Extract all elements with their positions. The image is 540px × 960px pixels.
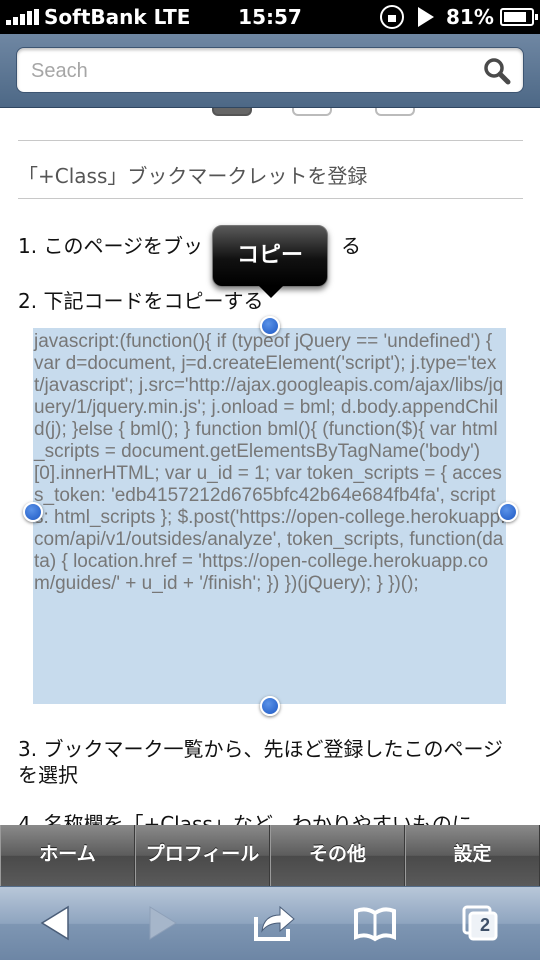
search-box bbox=[16, 47, 524, 93]
step-4: 4. 名称欄を「+Class」など、わかりやすいものに bbox=[18, 812, 472, 825]
tabs-button[interactable]: 2 bbox=[460, 901, 500, 945]
tab-bar: ホーム プロフィール その他 設定 bbox=[0, 825, 540, 886]
divider bbox=[18, 140, 523, 141]
rotation-lock-icon bbox=[380, 5, 404, 29]
forward-icon[interactable] bbox=[146, 901, 180, 945]
battery-percentage: 81% bbox=[446, 5, 494, 29]
code-block-selected[interactable]: javascript:(function(){ if (typeof jQuer… bbox=[33, 328, 506, 704]
back-icon[interactable] bbox=[38, 901, 72, 945]
play-icon bbox=[418, 7, 434, 27]
page-content: 「+Class」ブックマークレットを登録 1. このページをブッ る 2. 下記コ… bbox=[0, 108, 540, 825]
battery-icon bbox=[500, 8, 538, 26]
search-input[interactable] bbox=[31, 56, 471, 86]
tab-home[interactable]: ホーム bbox=[0, 825, 135, 886]
selection-handle-top[interactable] bbox=[260, 316, 280, 336]
step-1-tail: る bbox=[341, 234, 362, 258]
step-1-text: 1. このページをブッ bbox=[18, 234, 204, 258]
browser-toolbar: 2 bbox=[0, 886, 540, 960]
copy-button[interactable]: コピー bbox=[212, 225, 328, 298]
status-bar: SoftBank LTE 15:57 81% bbox=[0, 0, 540, 34]
selection-handle-bottom[interactable] bbox=[260, 696, 280, 716]
divider bbox=[18, 198, 523, 199]
selection-handle-right[interactable] bbox=[498, 502, 518, 522]
tabs-count: 2 bbox=[479, 915, 490, 935]
search-icon[interactable] bbox=[483, 57, 511, 85]
tab-profile[interactable]: プロフィール bbox=[135, 825, 270, 886]
step-3: 3. ブックマーク一覧から、先ほど登録したこのページを選択 bbox=[18, 737, 504, 787]
tab-other[interactable]: その他 bbox=[270, 825, 405, 886]
share-icon[interactable] bbox=[252, 901, 296, 945]
selection-handle-left[interactable] bbox=[23, 502, 43, 522]
page-heading: 「+Class」ブックマークレットを登録 bbox=[18, 164, 368, 188]
step-2: 2. 下記コードをコピーする bbox=[18, 289, 264, 313]
tab-settings[interactable]: 設定 bbox=[405, 825, 540, 886]
nav-button-partial[interactable] bbox=[375, 108, 415, 116]
search-bar bbox=[0, 34, 540, 108]
nav-button-partial[interactable] bbox=[212, 108, 252, 116]
bookmarks-icon[interactable] bbox=[352, 901, 398, 945]
nav-button-partial[interactable] bbox=[292, 108, 332, 116]
